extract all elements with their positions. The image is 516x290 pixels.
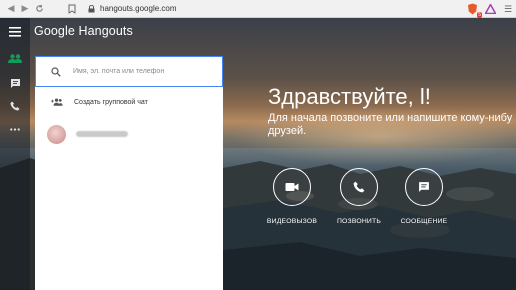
voice-call-button[interactable] <box>340 168 378 206</box>
video-camera-icon <box>285 183 299 191</box>
welcome-heading: Здравствуйте, l! <box>268 84 431 109</box>
lock-icon <box>88 4 95 13</box>
back-icon[interactable]: ◀ <box>4 0 18 18</box>
contacts-panel: Создать групповой чат <box>35 56 223 290</box>
rewards-triangle-icon[interactable] <box>484 3 496 15</box>
welcome-subtitle: Для начала позвоните или напишите кому-н… <box>268 112 516 138</box>
more-icon[interactable] <box>7 121 23 137</box>
message-label: СООБЩЕНИЕ <box>400 218 448 225</box>
menu-icon[interactable] <box>7 24 23 40</box>
phone-icon[interactable] <box>7 98 23 114</box>
voice-call-label: ПОЗВОНИТЬ <box>336 218 382 225</box>
voice-call-action: ПОЗВОНИТЬ <box>329 168 389 225</box>
search-box[interactable] <box>35 56 223 87</box>
welcome-subtitle-line2: друзей. <box>268 125 307 137</box>
search-icon <box>51 66 63 77</box>
reload-icon[interactable] <box>32 0 46 18</box>
url-text: hangouts.google.com <box>100 4 177 13</box>
create-group-chat-button[interactable]: Создать групповой чат <box>35 94 223 110</box>
create-group-chat-label: Создать групповой чат <box>74 98 148 106</box>
brave-shield-icon[interactable]: 5 <box>466 3 482 18</box>
search-input[interactable] <box>73 68 213 75</box>
browser-toolbar: ◀ ▶ hangouts.google.com 5 ☰ <box>0 0 516 18</box>
contact-list-item[interactable] <box>35 122 223 146</box>
welcome-subtitle-line1: Для начала позвоните или напишите кому-н… <box>268 112 513 124</box>
contact-name-redacted <box>76 131 128 137</box>
video-call-button[interactable] <box>273 168 311 206</box>
phone-icon <box>353 181 365 193</box>
message-icon <box>419 182 429 192</box>
message-button[interactable] <box>405 168 443 206</box>
chat-icon[interactable] <box>7 75 23 91</box>
video-call-label: ВИДЕОВЫЗОВ <box>266 218 318 225</box>
app-title: Google Hangouts <box>34 24 133 38</box>
video-call-action: ВИДЕОВЫЗОВ <box>262 168 322 225</box>
message-action: СООБЩЕНИЕ <box>394 168 454 225</box>
browser-menu-icon[interactable]: ☰ <box>502 3 514 15</box>
group-add-icon <box>51 98 63 106</box>
avatar <box>47 124 66 144</box>
bookmark-icon[interactable] <box>64 4 80 14</box>
forward-icon[interactable]: ▶ <box>18 0 32 18</box>
address-bar[interactable]: hangouts.google.com <box>88 4 177 13</box>
contacts-icon[interactable] <box>7 50 23 66</box>
navigation-rail <box>0 18 30 290</box>
